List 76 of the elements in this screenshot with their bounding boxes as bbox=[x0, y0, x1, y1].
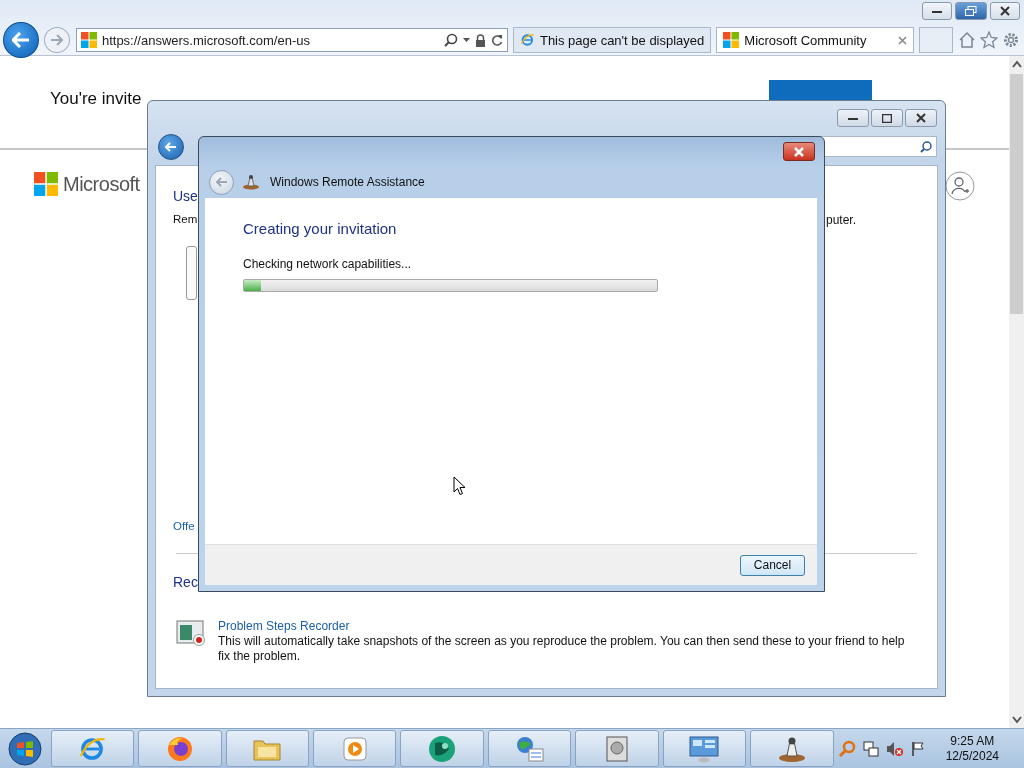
scroll-up-icon[interactable] bbox=[1012, 60, 1022, 68]
browser-tab[interactable]: This page can't be displayed bbox=[513, 27, 712, 53]
restore-icon bbox=[965, 6, 977, 16]
microsoft-wordmark: Microsoft bbox=[63, 172, 140, 196]
back-arrow-icon bbox=[165, 142, 177, 152]
mouse-pointer-icon bbox=[453, 476, 466, 496]
minimize-icon bbox=[932, 8, 942, 14]
tool-description: This will automatically take snapshots of the screen as you reproduce the problem. You can then send these to your friend to help fix the problem. bbox=[218, 634, 906, 664]
offer-link[interactable]: Offe bbox=[173, 520, 195, 532]
taskbar-button[interactable] bbox=[138, 730, 222, 767]
section-heading: Rec bbox=[173, 574, 198, 590]
back-arrow-icon bbox=[215, 177, 228, 187]
windows-logo-icon bbox=[80, 32, 97, 48]
figure-icon bbox=[242, 174, 260, 190]
status-text: Checking network capabilities... bbox=[243, 257, 413, 271]
search-icon[interactable] bbox=[920, 140, 932, 153]
option-button[interactable] bbox=[186, 246, 197, 300]
play-icon bbox=[341, 735, 368, 762]
clock-time[interactable]: 9:25 AM bbox=[950, 733, 995, 749]
close-button[interactable] bbox=[990, 2, 1020, 20]
scroll-down-icon[interactable] bbox=[1012, 716, 1022, 724]
close-icon bbox=[916, 113, 926, 123]
search-icon[interactable] bbox=[444, 33, 459, 47]
back-button[interactable] bbox=[3, 22, 39, 58]
settings-icon[interactable] bbox=[1002, 31, 1020, 49]
body-text: puter. bbox=[826, 213, 857, 227]
close-icon bbox=[793, 146, 805, 157]
swirl-icon bbox=[427, 733, 458, 764]
star-icon[interactable] bbox=[980, 31, 998, 49]
muted-speaker-icon[interactable] bbox=[885, 740, 904, 757]
flag-icon[interactable] bbox=[910, 740, 925, 757]
forward-arrow-icon bbox=[49, 34, 64, 46]
maximize-icon bbox=[882, 113, 892, 123]
recorder-icon bbox=[176, 619, 206, 647]
cancel-button[interactable]: Cancel bbox=[740, 554, 805, 576]
lock-icon bbox=[475, 33, 487, 47]
recorder-link[interactable]: Problem Steps Recorder bbox=[218, 619, 918, 633]
refresh-icon[interactable] bbox=[491, 34, 504, 46]
minimize-icon bbox=[848, 115, 858, 121]
minimize-button[interactable] bbox=[837, 109, 869, 127]
close-tab-icon[interactable] bbox=[898, 35, 908, 45]
taskbar-button[interactable] bbox=[50, 730, 135, 767]
taskbar-button[interactable] bbox=[400, 730, 484, 767]
body-text: Rem bbox=[173, 213, 198, 225]
scrollbar[interactable] bbox=[1009, 56, 1024, 728]
url-text: https://answers.microsoft.com/en-us bbox=[101, 32, 311, 48]
globe-icon bbox=[514, 734, 545, 763]
section-heading: Use bbox=[173, 188, 198, 204]
maximize-button[interactable] bbox=[871, 109, 903, 127]
dialog-heading: Creating your invitation bbox=[243, 220, 398, 237]
microsoft-logo-icon bbox=[34, 172, 58, 196]
dialog-title: Windows Remote Assistance bbox=[270, 175, 425, 189]
browser-icon bbox=[520, 31, 535, 49]
home-icon[interactable] bbox=[958, 31, 976, 49]
fox-globe-icon bbox=[165, 734, 194, 763]
close-icon bbox=[1000, 6, 1010, 16]
drive-icon bbox=[605, 735, 630, 762]
back-button[interactable] bbox=[158, 134, 184, 160]
windows-logo-icon bbox=[723, 32, 740, 48]
restore-button[interactable] bbox=[955, 2, 987, 20]
dropdown-icon[interactable] bbox=[463, 38, 471, 42]
taskbar-button[interactable] bbox=[487, 730, 572, 767]
monitor-icon bbox=[689, 734, 720, 763]
taskbar-button[interactable] bbox=[750, 730, 834, 767]
close-button[interactable] bbox=[783, 142, 815, 161]
taskbar-button[interactable] bbox=[662, 730, 747, 767]
promo-heading: You're invite bbox=[50, 89, 142, 109]
back-arrow-icon bbox=[11, 32, 30, 48]
close-button[interactable] bbox=[905, 109, 937, 127]
browser-tab[interactable]: Microsoft Community bbox=[716, 27, 915, 53]
account-icon[interactable] bbox=[945, 171, 975, 201]
clock-date[interactable]: 12/5/2024 bbox=[945, 748, 1000, 764]
network-icon[interactable] bbox=[862, 740, 879, 757]
address-bar[interactable]: https://answers.microsoft.com/en-us bbox=[75, 28, 509, 52]
minimize-button[interactable] bbox=[922, 2, 952, 20]
windows-orb-icon bbox=[6, 730, 43, 767]
